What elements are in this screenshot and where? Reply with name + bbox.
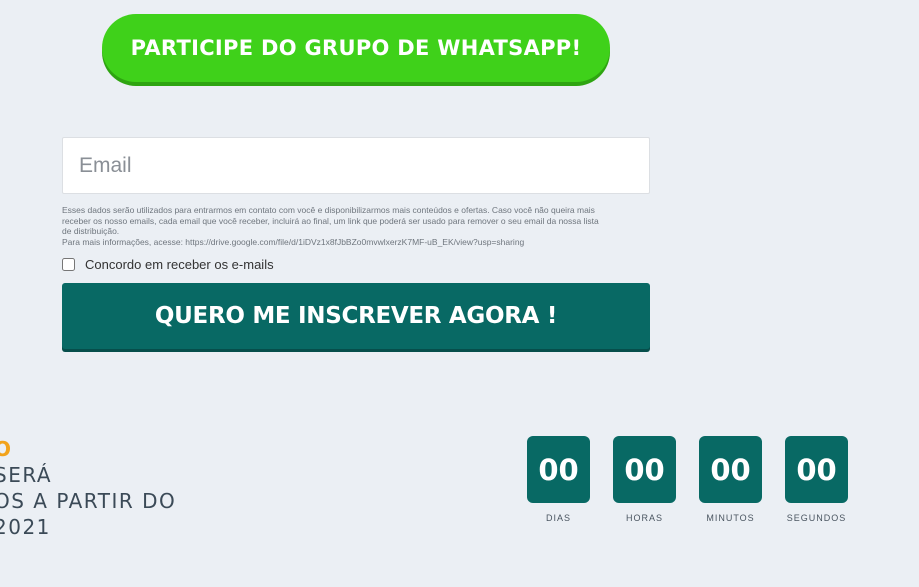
release-text-line: OS A PARTIR DO bbox=[0, 489, 177, 513]
release-text-line: SERÁ bbox=[0, 463, 53, 487]
countdown-minutes-label: MINUTOS bbox=[706, 513, 755, 523]
countdown-hours-value: 00 bbox=[613, 436, 676, 503]
countdown-timer: 00 DIAS 00 HORAS 00 MINUTOS 00 SEGUNDOS bbox=[527, 436, 848, 523]
disclaimer-line: Esses dados serão utilizados para entrar… bbox=[62, 205, 595, 215]
countdown-minutes: 00 MINUTOS bbox=[699, 436, 762, 523]
release-date-text: O SERÁ OS A PARTIR DO 2021 bbox=[0, 436, 176, 540]
countdown-days-label: DIAS bbox=[545, 513, 571, 523]
whatsapp-group-button[interactable]: PARTICIPE DO GRUPO DE WHATSAPP! bbox=[102, 14, 610, 82]
countdown-hours-label: HORAS bbox=[625, 513, 663, 523]
release-heading-fragment: O bbox=[0, 437, 13, 461]
countdown-hours: 00 HORAS bbox=[613, 436, 676, 523]
consent-checkbox[interactable] bbox=[62, 258, 75, 271]
countdown-seconds-value: 00 bbox=[785, 436, 848, 503]
subscribe-button[interactable]: QUERO ME INSCREVER AGORA ! bbox=[62, 283, 650, 349]
countdown-seconds-label: SEGUNDOS bbox=[786, 513, 847, 523]
email-input[interactable] bbox=[62, 137, 650, 194]
countdown-minutes-value: 00 bbox=[699, 436, 762, 503]
disclaimer-line: receber os nosso emails, cada email que … bbox=[62, 215, 599, 226]
consent-row[interactable]: Concordo em receber os e-mails bbox=[62, 257, 274, 272]
disclaimer-line: de distribuição. bbox=[62, 226, 120, 236]
consent-label: Concordo em receber os e-mails bbox=[85, 257, 274, 272]
countdown-seconds: 00 SEGUNDOS bbox=[785, 436, 848, 523]
countdown-days: 00 DIAS bbox=[527, 436, 590, 523]
countdown-days-value: 00 bbox=[527, 436, 590, 503]
disclaimer-link-line: Para mais informações, acesse: https://d… bbox=[62, 236, 525, 247]
release-text-line: 2021 bbox=[0, 515, 51, 539]
privacy-disclaimer: Esses dados serão utilizados para entrar… bbox=[62, 205, 654, 247]
